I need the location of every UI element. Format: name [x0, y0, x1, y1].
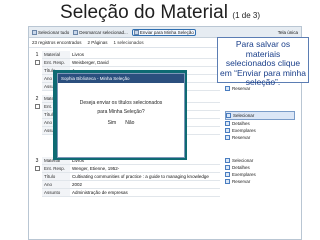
record-checkbox[interactable] [34, 59, 40, 65]
label-resp: Ent. Resp. [42, 165, 70, 173]
copies-action[interactable]: Exemplares [225, 127, 295, 134]
value-assunto: Administração de empresas [70, 189, 220, 197]
dialog-question-line-2: para Minha Seleção? [97, 109, 145, 115]
instruction-callout: Para salvar os materiais selecionados cl… [217, 37, 309, 87]
page-title: Seleção do Material [60, 2, 228, 23]
no-button[interactable]: Não [125, 119, 134, 128]
label-assunto: Assunto [42, 189, 70, 197]
reserve-icon [225, 86, 230, 91]
dialog-buttons: Sim Não [58, 119, 184, 128]
page-title-wrap: Seleção do Material (1 de 3) [0, 2, 320, 24]
details-label: Detalhes [232, 121, 250, 126]
copies-label: Exemplares [232, 172, 256, 177]
details-label: Detalhes [232, 165, 250, 170]
copies-action[interactable]: Exemplares [225, 171, 295, 178]
select-action[interactable]: Selecionar [225, 157, 295, 164]
page-subtitle: (1 de 3) [232, 11, 260, 20]
dialog-title: Sophia Biblioteca - Minha Seleção [58, 74, 184, 83]
reserve-icon [225, 135, 230, 140]
value-resp: Weisberger, David [70, 59, 220, 67]
confirm-dialog: Sophia Biblioteca - Minha Seleção Deseja… [57, 73, 185, 158]
select-icon [226, 113, 231, 118]
value-material: Livros [70, 51, 220, 59]
reserve-label: Reservar [232, 179, 251, 184]
record-number: 3 [35, 158, 39, 164]
single-screen-link[interactable]: Tela única [278, 30, 298, 35]
details-action[interactable]: Detalhes [225, 120, 295, 127]
deselect-button[interactable]: Desmarcar selecionad... [73, 29, 128, 35]
copies-label: Exemplares [232, 128, 256, 133]
select-label: Selecionar [233, 113, 255, 118]
dialog-body: Deseja enviar os títulos selecionados pa… [58, 83, 184, 128]
select-all-label: Selecionar tudo [38, 29, 70, 35]
select-icon [225, 158, 230, 163]
label-resp: Ent. Resp. [42, 59, 70, 67]
reserve-label: Reservar [232, 135, 251, 140]
copies-icon [225, 172, 230, 177]
reserve-icon [225, 179, 230, 184]
details-action[interactable]: Detalhes [225, 164, 295, 171]
reserve-action[interactable]: Reservar [225, 178, 295, 185]
value-resp: Wenger, Etienne, 1952- [70, 165, 220, 173]
record-3-actions: Selecionar Detalhes Exemplares Reservar [225, 157, 295, 185]
record-2-actions: Selecionar Detalhes Exemplares Reservar [225, 111, 295, 141]
record-checkbox[interactable] [34, 103, 40, 109]
copies-icon [225, 128, 230, 133]
record-number: 2 [35, 96, 39, 102]
select-action[interactable]: Selecionar [225, 111, 295, 120]
dialog-question-line-1: Deseja enviar os títulos selecionados [79, 100, 163, 106]
selected-count: 1 selecionados [113, 40, 144, 45]
select-icon [32, 29, 37, 35]
details-icon [225, 165, 230, 170]
label-material: Material [42, 51, 70, 59]
label-ano: Ano [42, 181, 70, 189]
send-icon [133, 29, 139, 35]
value-ano: 2002 [70, 181, 220, 189]
records-found: 23 registros encontrados [32, 40, 82, 45]
value-titulo[interactable]: Cultivating communities of practice : a … [70, 173, 220, 181]
reserve-action[interactable]: Reservar [225, 134, 295, 141]
page-count: 2 Páginas [87, 40, 108, 45]
label-titulo: Título [42, 173, 70, 181]
details-icon [225, 121, 230, 126]
record-number: 1 [35, 52, 39, 58]
select-all-button[interactable]: Selecionar tudo [32, 29, 70, 35]
deselect-icon [73, 29, 79, 35]
yes-button[interactable]: Sim [108, 119, 117, 128]
send-to-selection-button[interactable]: Enviar para Minha Seleção [131, 28, 196, 36]
select-label: Selecionar [232, 158, 254, 163]
record-checkbox[interactable] [34, 165, 40, 171]
deselect-label: Desmarcar selecionad... [79, 29, 128, 35]
send-to-selection-label: Enviar para Minha Seleção [139, 29, 194, 35]
